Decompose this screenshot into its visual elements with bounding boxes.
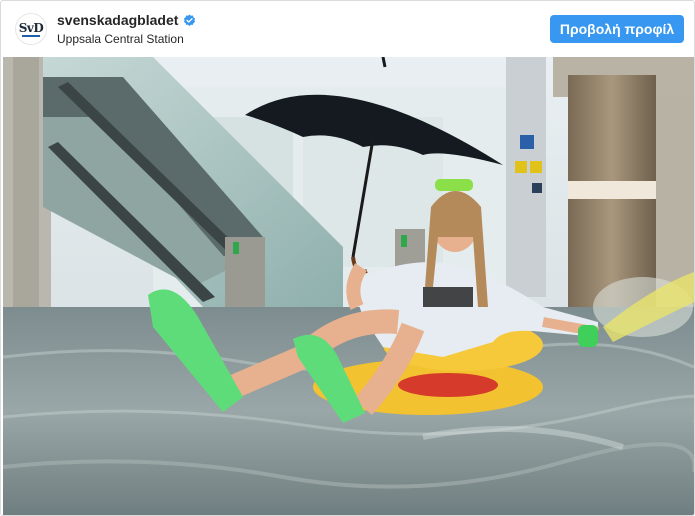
avatar-logo: SvD — [18, 20, 44, 35]
post-photo[interactable] — [3, 57, 694, 515]
flooded-station-photo — [3, 57, 694, 515]
post-meta: svenskadagbladet Uppsala Central Station — [57, 11, 196, 47]
username-link[interactable]: svenskadagbladet — [57, 11, 178, 29]
location-link[interactable]: Uppsala Central Station — [57, 31, 196, 47]
username-row: svenskadagbladet — [57, 11, 196, 29]
view-profile-button[interactable]: Προβολή προφίλ — [550, 15, 684, 43]
avatar[interactable]: SvD — [15, 13, 47, 45]
verified-badge-icon — [184, 14, 196, 26]
avatar-logo-underline — [22, 34, 40, 37]
post-header: SvD svenskadagbladet Uppsala Central Sta… — [1, 1, 694, 57]
embedded-post-card: SvD svenskadagbladet Uppsala Central Sta… — [0, 0, 695, 516]
